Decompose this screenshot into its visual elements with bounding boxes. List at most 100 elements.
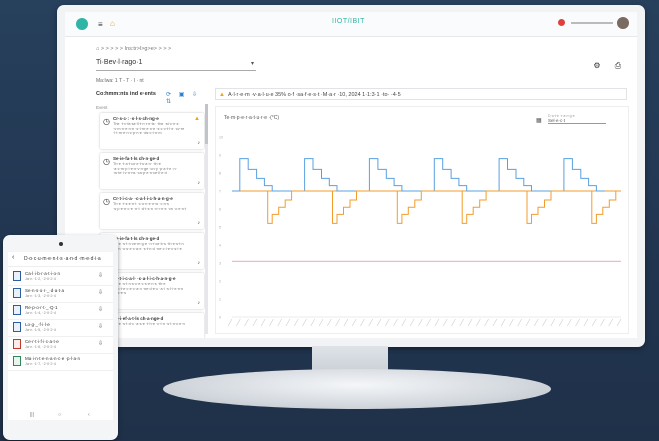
download-icon[interactable]: ⇩	[98, 272, 103, 279]
phone-screen: ‹ D·o·c·u·m·e·n·t·s ·a·n·d ·m·e·d·i·a Ca…	[8, 252, 113, 420]
document-name: Lo·g·_·f·i·l·e	[25, 322, 50, 327]
download-icon[interactable]: ⇩	[98, 289, 103, 296]
document-item[interactable]: Lo·g·_·f·i·l·e Ja·n ·1·5, ·2·0·2·4 ⇩	[8, 319, 113, 337]
document-item[interactable]: Ma·i·n·t·e·n·a·n·c·e ·p·l·a·n Ja·n ·1·7,…	[8, 353, 113, 371]
document-item[interactable]: Re·p·o·r·t·_·Q·1 Ja·n ·1·4, ·2·0·2·4 ⇩	[8, 302, 113, 320]
back-arrow-icon[interactable]: ‹	[12, 254, 14, 261]
x-tick-label	[236, 318, 241, 327]
download-icon[interactable]: ⇩	[98, 340, 103, 347]
phone-nav-bar[interactable]: ||| ○ ‹	[8, 412, 113, 420]
brand-title: IIOT/IBIT	[332, 18, 365, 25]
notification-icon[interactable]	[558, 19, 565, 26]
event-body: The ·t·v·fa·se·ll·t·n·r·e·ts· ·the ·st·c…	[113, 122, 185, 136]
clock-icon: ◷	[103, 157, 110, 166]
event-body: Th·e ·s·t·n·s·c·e·c·s·e·n·s ·th·e ·s·p·t…	[113, 282, 184, 296]
document-item[interactable]: Ca·l·i·b·r·a·t·i·o·n Ja·n ·1·2, ·2·0·2·4…	[8, 268, 113, 286]
x-tick-label	[550, 318, 556, 327]
x-tick-label	[293, 318, 299, 327]
x-tick-label	[318, 318, 324, 327]
x-tick-label	[591, 318, 597, 327]
warning-icon: ▲	[219, 92, 225, 98]
settings-icon[interactable]: ⚙	[592, 61, 602, 71]
event-title: Se·i·ef·a·t·ls ch·a·nge·d	[113, 316, 164, 321]
events-scrollbar[interactable]	[205, 104, 208, 334]
x-tick-label	[244, 318, 249, 327]
x-tick-label	[434, 318, 440, 327]
chart-panel: Te·m·p·e·r·a·t·u·r·e ·(°C) ▦ D·a·t·e ·r·…	[215, 106, 629, 334]
bell-icon[interactable]: ♪	[198, 300, 201, 306]
x-tick-label	[517, 318, 522, 327]
x-tick-label	[310, 318, 316, 327]
series-line-orange	[267, 190, 621, 224]
warning-icon: ▲	[194, 116, 200, 122]
document-name: Se·n·s·o·r·_·d·a·t·a	[25, 288, 65, 293]
document-name: Re·p·o·r·t·_·Q·1	[25, 305, 58, 310]
event-card[interactable]: ◷ Cr·t·i·c·a· ·c·a·l·i·c·h·a·n·g·e Th·e …	[100, 193, 204, 229]
scrollbar-thumb[interactable]	[205, 104, 208, 144]
app-logo[interactable]	[76, 18, 88, 30]
bell-icon[interactable]: ♪	[198, 180, 201, 186]
y-tick-label: 2	[219, 280, 221, 284]
x-tick-label	[360, 318, 365, 327]
clock-icon: ◷	[103, 197, 110, 206]
x-tick-label	[384, 318, 390, 327]
event-body: Th·e ·s·t·d·c ·a·s·e ·t·h·e ·c·t·n ·s·t·…	[113, 322, 185, 326]
event-card[interactable]: ◷ Cr·s·c·: ·s·l·s·ch·ng·e The ·t·v·fa·se…	[100, 113, 204, 149]
home-button-icon[interactable]: ○	[58, 412, 61, 418]
document-item[interactable]: Se·n·s·o·r·_·d·a·t·a Ja·n ·1·3, ·2·0·2·4…	[8, 285, 113, 303]
avatar[interactable]	[617, 17, 629, 29]
document-icon	[13, 288, 21, 298]
user-name[interactable]	[571, 22, 613, 24]
phone-header: ‹ D·o·c·u·m·e·n·t·s ·a·n·d ·m·e·d·i·a	[8, 252, 113, 267]
phone-title: D·o·c·u·m·e·n·t·s ·a·n·d ·m·e·d·i·a	[24, 256, 101, 262]
x-tick-label	[260, 318, 266, 327]
download-icon[interactable]: ⇩	[98, 323, 103, 330]
x-tick-label	[335, 318, 340, 327]
mobile-phone: ‹ D·o·c·u·m·e·n·t·s ·a·n·d ·m·e·d·i·a Ca…	[3, 235, 118, 440]
document-date: Ja·n ·1·4, ·2·0·2·4	[25, 311, 56, 315]
y-tick-label: 8	[219, 172, 221, 176]
recent-apps-icon[interactable]: |||	[30, 412, 34, 418]
document-date: Ja·n ·1·3, ·2·0·2·4	[25, 294, 56, 298]
menu-icon[interactable]: ≡	[98, 20, 103, 29]
bell-icon[interactable]: ♪	[198, 140, 201, 146]
print-icon[interactable]: ⎙	[613, 61, 623, 71]
event-body: Th·e ·s·t·n·ce·m·g·e ·n·r·ce·b·s ·th·e·s…	[113, 242, 184, 251]
document-name: Ce·r·t·i·f·i·c·a·t·e	[25, 339, 59, 344]
monitor-stand	[163, 369, 551, 409]
home-icon[interactable]: ⌂	[110, 19, 115, 28]
x-tick-label	[426, 318, 431, 327]
x-tick-label	[252, 318, 258, 327]
x-tick-label	[484, 318, 489, 327]
events-toolbar-icons[interactable]: ⟳ ▣ ⇩ ⇅	[166, 91, 210, 105]
x-tick-label	[500, 318, 506, 327]
y-tick-label: 4	[219, 244, 221, 248]
monitor-screen: ≡ ⌂ IIOT/IBIT ⌂ > > > > > Ins:tr>l>g>e> …	[65, 12, 637, 338]
x-tick-label	[558, 318, 564, 327]
y-tick-label: 5	[219, 226, 221, 230]
y-tick-label: 3	[219, 262, 221, 266]
spreadsheet-icon	[13, 356, 21, 366]
back-icon[interactable]: ‹	[88, 412, 90, 418]
document-date: Ja·n ·1·5, ·2·0·2·4	[25, 328, 56, 332]
events-subtitle: Event	[96, 105, 108, 110]
y-tick-label: 1	[219, 298, 221, 302]
page-select-value: Ti·Bev·l·rago·1	[96, 59, 143, 66]
x-tick-label	[302, 318, 307, 327]
x-tick-label	[583, 318, 589, 327]
x-tick-label	[269, 318, 274, 327]
x-tick-label	[476, 318, 481, 327]
breadcrumb: ⌂ > > > > > Ins:tr>l>g>e> > > >	[96, 46, 172, 52]
event-card[interactable]: ◷ Se·ie·fa·t·ls ch·n·ge·d Th·e ·t·a·t·co…	[100, 153, 204, 189]
x-tick-label	[343, 318, 349, 327]
x-tick-label	[533, 318, 539, 327]
document-item[interactable]: Ce·r·t·i·f·i·c·a·t·e Ja·n ·1·6, ·2·0·2·4…	[8, 336, 113, 354]
bell-icon[interactable]: ♪	[198, 260, 201, 266]
x-tick-label	[227, 318, 233, 327]
x-tick-label	[285, 318, 291, 327]
bell-icon[interactable]: ♪	[198, 220, 201, 226]
alert-text: A·l·r·e·m ·v·a·l·u·e 35% o·f ·sa·f·e·s·t…	[228, 92, 401, 98]
page-select[interactable]: Ti·Bev·l·rago·1 ▾	[96, 59, 256, 71]
document-date: Ja·n ·1·2, ·2·0·2·4	[25, 277, 56, 281]
download-icon[interactable]: ⇩	[98, 306, 103, 313]
